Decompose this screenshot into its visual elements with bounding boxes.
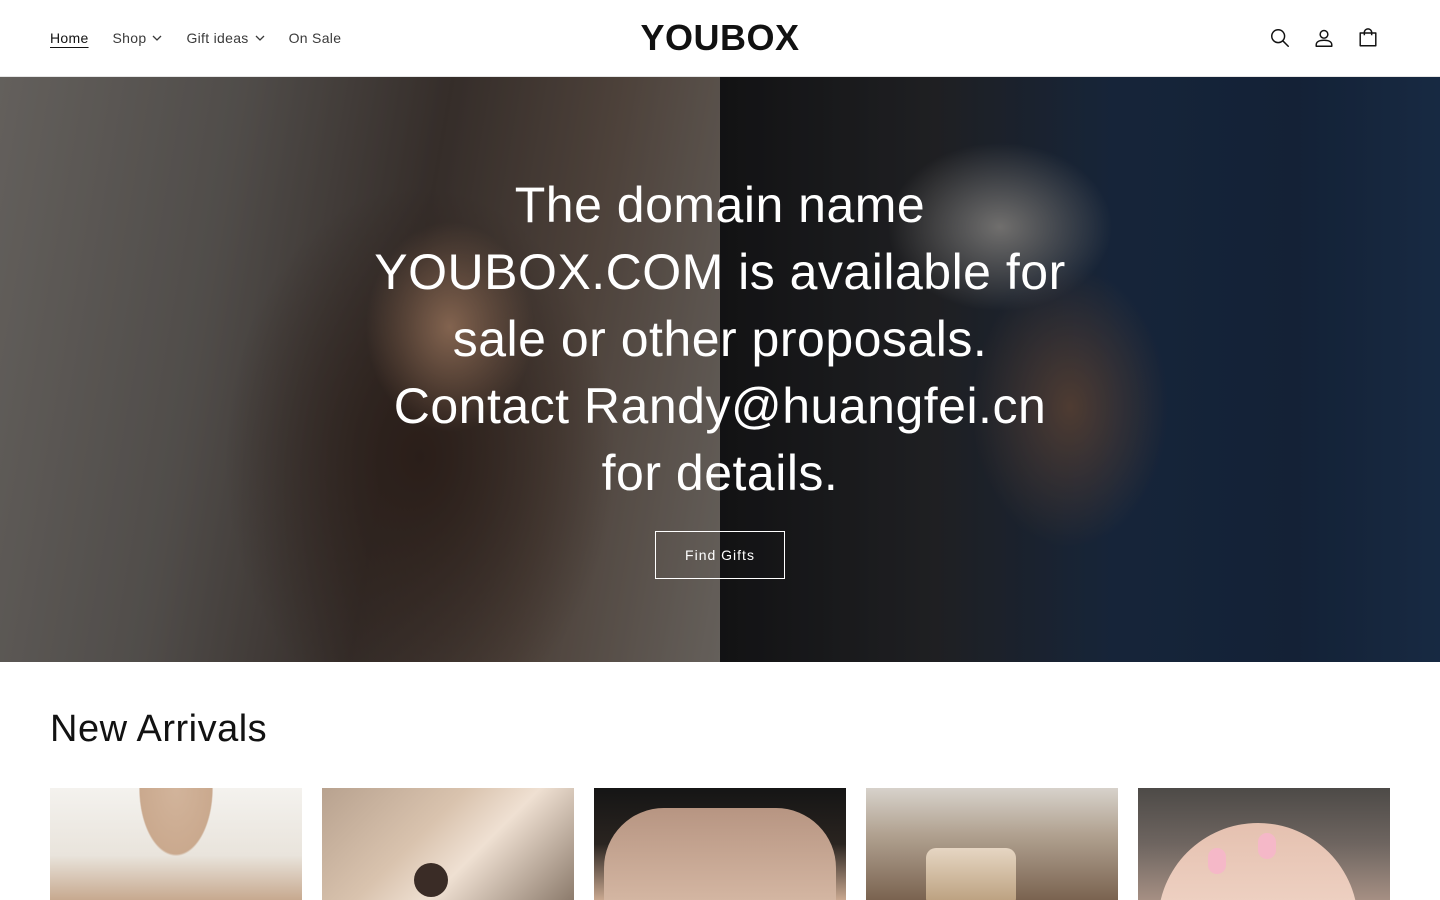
nav-item-gift-ideas[interactable]: Gift ideas <box>186 30 265 46</box>
nav-item-label: Gift ideas <box>186 30 249 46</box>
hero-content: The domain name YOUBOX.COM is available … <box>370 172 1070 579</box>
product-grid <box>50 788 1390 900</box>
nav-item-label: Home <box>50 30 89 46</box>
product-photo-detail <box>926 848 1016 900</box>
search-icon <box>1271 29 1289 47</box>
nav-item-shop[interactable]: Shop <box>113 30 163 46</box>
chevron-down-icon <box>152 35 162 41</box>
product-photo-detail <box>1158 823 1358 900</box>
site-logo[interactable]: YOUBOX <box>620 17 820 58</box>
product-photo-detail <box>414 863 448 897</box>
product-photo-detail <box>604 808 836 900</box>
hero-banner: The domain name YOUBOX.COM is available … <box>0 77 1440 662</box>
chevron-down-icon <box>255 35 265 41</box>
account-icon <box>1315 29 1333 47</box>
product-photo-detail <box>110 788 242 900</box>
find-gifts-button[interactable]: Find Gifts <box>655 531 785 579</box>
nails-product-image[interactable] <box>1138 788 1390 900</box>
cart-button[interactable] <box>1346 16 1390 60</box>
nav-item-label: Shop <box>112 30 147 46</box>
nav-item-label: On Sale <box>288 30 342 46</box>
bracelet-product-image[interactable] <box>866 788 1118 900</box>
cart-icon <box>1359 28 1377 47</box>
search-button[interactable] <box>1258 16 1302 60</box>
site-header: Home Shop Gift ideas On Sale YOUBOX <box>0 0 1440 77</box>
product-photo-detail <box>1208 848 1226 874</box>
main-nav: Home Shop Gift ideas On Sale <box>50 0 365 76</box>
nav-item-home[interactable]: Home <box>50 30 89 46</box>
header-icons <box>1258 0 1390 76</box>
account-button[interactable] <box>1302 16 1346 60</box>
necklace-product-image[interactable] <box>50 788 302 900</box>
nav-item-on-sale[interactable]: On Sale <box>289 30 342 46</box>
hand-ring-product-image[interactable] <box>594 788 846 900</box>
hero-heading: The domain name YOUBOX.COM is available … <box>374 177 1066 501</box>
ring-product-image[interactable] <box>322 788 574 900</box>
new-arrivals-title: New Arrivals <box>50 708 268 750</box>
product-photo-detail <box>1258 833 1276 859</box>
